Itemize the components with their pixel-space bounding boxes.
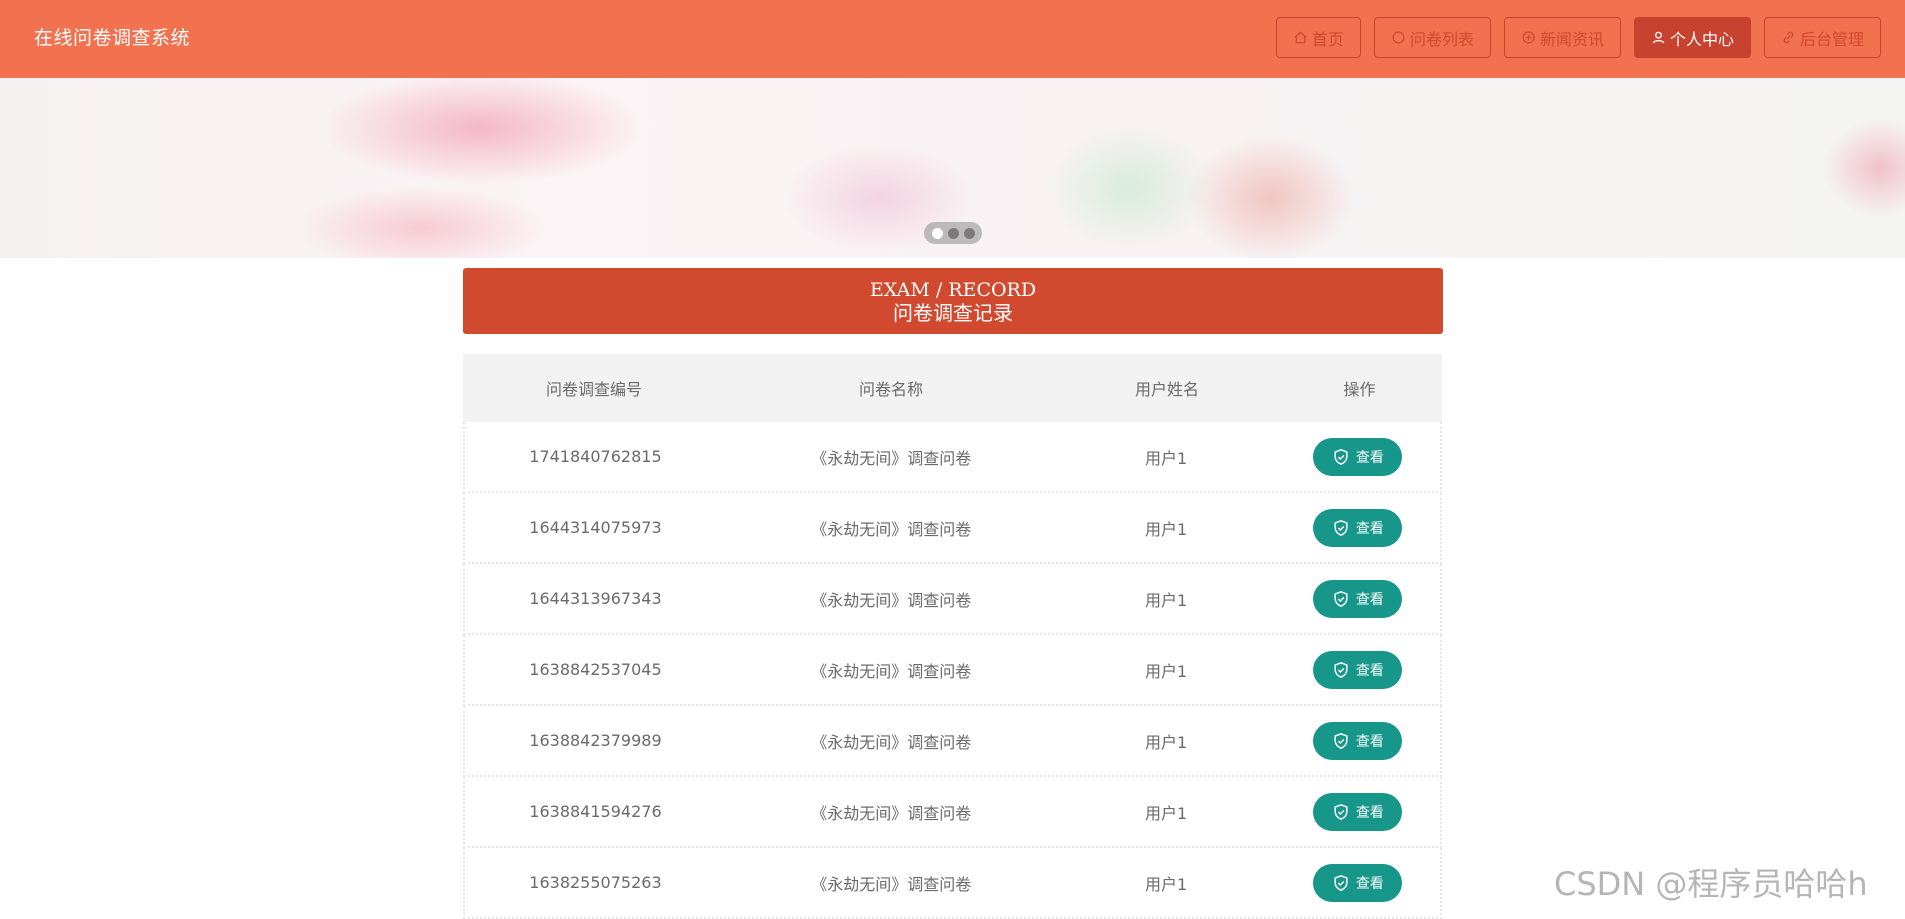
- cell-actions: 查看: [1276, 863, 1440, 902]
- cell-actions: 查看: [1276, 437, 1440, 476]
- main-nav: 首页 问卷列表 新闻资讯 个人中心 后台管理: [1275, 17, 1881, 58]
- cell-actions: 查看: [1276, 721, 1440, 760]
- cell-user-name: 用户1: [1145, 590, 1188, 610]
- table-row: 1644313967343 《永劫无间》调查问卷 用户1 查看: [463, 564, 1442, 635]
- nav-admin-label: 后台管理: [1799, 29, 1864, 49]
- cell-survey-id: 1644314075973: [529, 518, 662, 537]
- cell-user-name: 用户1: [1145, 448, 1188, 468]
- cell-user-name: 用户1: [1145, 803, 1188, 823]
- carousel-dot-1[interactable]: [931, 227, 943, 239]
- watermark: CSDN @程序员哈哈h: [1554, 865, 1868, 903]
- header-user-name: 用户姓名: [1134, 380, 1199, 399]
- link-icon: [1783, 31, 1794, 44]
- header-survey-id: 问卷调查编号: [545, 380, 642, 399]
- shield-check-icon: [1334, 661, 1348, 678]
- cell-user-name: 用户1: [1145, 661, 1188, 681]
- section-title-cn: 问卷调查记录: [893, 301, 1013, 325]
- cell-survey-id: 1741840762815: [529, 447, 662, 466]
- header-questionnaire-name: 问卷名称: [858, 380, 923, 399]
- table-row: 1638841594276 《永劫无间》调查问卷 用户1 查看: [463, 777, 1442, 848]
- view-button-label: 查看: [1355, 803, 1384, 820]
- cell-actions: 查看: [1276, 792, 1440, 831]
- cell-user-name: 用户1: [1145, 732, 1188, 752]
- cell-survey-id: 1638255075263: [529, 873, 662, 892]
- cell-questionnaire-name: 《永劫无间》调查问卷: [811, 590, 972, 610]
- shield-check-icon: [1334, 803, 1348, 820]
- cell-actions: 查看: [1276, 579, 1440, 618]
- header-actions: 操作: [1343, 380, 1376, 399]
- shield-check-icon: [1334, 519, 1348, 536]
- view-button[interactable]: 查看: [1313, 650, 1403, 689]
- nav-personal-center-label: 个人中心: [1669, 29, 1734, 49]
- cell-questionnaire-name: 《永劫无间》调查问卷: [811, 874, 972, 894]
- shield-check-icon: [1334, 732, 1348, 749]
- carousel-indicators: [924, 222, 982, 244]
- shield-check-icon: [1334, 448, 1348, 465]
- cell-survey-id: 1638841594276: [529, 802, 662, 821]
- nav-questionnaire-list-label: 问卷列表: [1409, 29, 1474, 49]
- cell-survey-id: 1638842537045: [529, 660, 662, 679]
- section-title-en: EXAM / RECORD: [869, 279, 1037, 301]
- table-row: 1644314075973 《永劫无间》调查问卷 用户1 查看: [463, 493, 1442, 564]
- table-row: 1638255075263 《永劫无间》调查问卷 用户1 查看: [463, 848, 1442, 919]
- view-button[interactable]: 查看: [1313, 579, 1403, 618]
- nav-home-label: 首页: [1311, 29, 1344, 49]
- view-button-label: 查看: [1355, 874, 1384, 891]
- news-icon: [1522, 31, 1535, 44]
- site-title: 在线问卷调查系统: [34, 27, 191, 49]
- circle-icon: [1392, 31, 1405, 44]
- nav-news-button[interactable]: 新闻资讯: [1503, 17, 1621, 58]
- nav-news-label: 新闻资讯: [1539, 29, 1604, 49]
- cell-questionnaire-name: 《永劫无间》调查问卷: [811, 448, 972, 468]
- view-button[interactable]: 查看: [1313, 863, 1403, 902]
- cell-user-name: 用户1: [1145, 519, 1188, 539]
- carousel-dot-2[interactable]: [947, 227, 959, 239]
- table-body: 1741840762815 《永劫无间》调查问卷 用户1 查看 164431407597…: [463, 422, 1442, 919]
- cell-questionnaire-name: 《永劫无间》调查问卷: [811, 803, 972, 823]
- cell-actions: 查看: [1276, 508, 1440, 547]
- cell-survey-id: 1638842379989: [529, 731, 662, 750]
- cell-questionnaire-name: 《永劫无间》调查问卷: [811, 732, 972, 752]
- table-row: 1638842379989 《永劫无间》调查问卷 用户1 查看: [463, 706, 1442, 777]
- top-header: 在线问卷调查系统 首页 问卷列表 新闻资讯 个人中心 后台管理: [0, 0, 1905, 78]
- view-button-label: 查看: [1355, 732, 1384, 749]
- view-button[interactable]: 查看: [1313, 792, 1403, 831]
- cell-actions: 查看: [1276, 650, 1440, 689]
- view-button-label: 查看: [1355, 661, 1384, 678]
- nav-questionnaire-list-button[interactable]: 问卷列表: [1373, 17, 1491, 58]
- user-icon: [1652, 31, 1665, 44]
- carousel-dot-3[interactable]: [963, 227, 975, 239]
- home-icon: [1294, 31, 1307, 44]
- view-button-label: 查看: [1355, 448, 1384, 465]
- banner-carousel: [0, 78, 1905, 258]
- shield-check-icon: [1334, 590, 1348, 607]
- nav-admin-button[interactable]: 后台管理: [1763, 17, 1881, 58]
- view-button[interactable]: 查看: [1313, 508, 1403, 547]
- view-button-label: 查看: [1355, 519, 1384, 536]
- view-button[interactable]: 查看: [1313, 437, 1403, 476]
- section-title: EXAM / RECORD 问卷调查记录: [463, 268, 1443, 334]
- cell-questionnaire-name: 《永劫无间》调查问卷: [811, 661, 972, 681]
- view-button-label: 查看: [1355, 590, 1384, 607]
- nav-home-button[interactable]: 首页: [1275, 17, 1361, 58]
- cell-questionnaire-name: 《永劫无间》调查问卷: [811, 519, 972, 539]
- cell-survey-id: 1644313967343: [529, 589, 662, 608]
- view-button[interactable]: 查看: [1313, 721, 1403, 760]
- table-row: 1741840762815 《永劫无间》调查问卷 用户1 查看: [463, 422, 1442, 493]
- table-header: 问卷调查编号 问卷名称 用户姓名 操作: [463, 354, 1442, 422]
- nav-personal-center-button[interactable]: 个人中心: [1633, 17, 1751, 58]
- records-table: 问卷调查编号 问卷名称 用户姓名 操作 1741840762815 《永劫无间》调…: [463, 354, 1442, 919]
- shield-check-icon: [1334, 874, 1348, 891]
- cell-user-name: 用户1: [1145, 874, 1188, 894]
- table-row: 1638842537045 《永劫无间》调查问卷 用户1 查看: [463, 635, 1442, 706]
